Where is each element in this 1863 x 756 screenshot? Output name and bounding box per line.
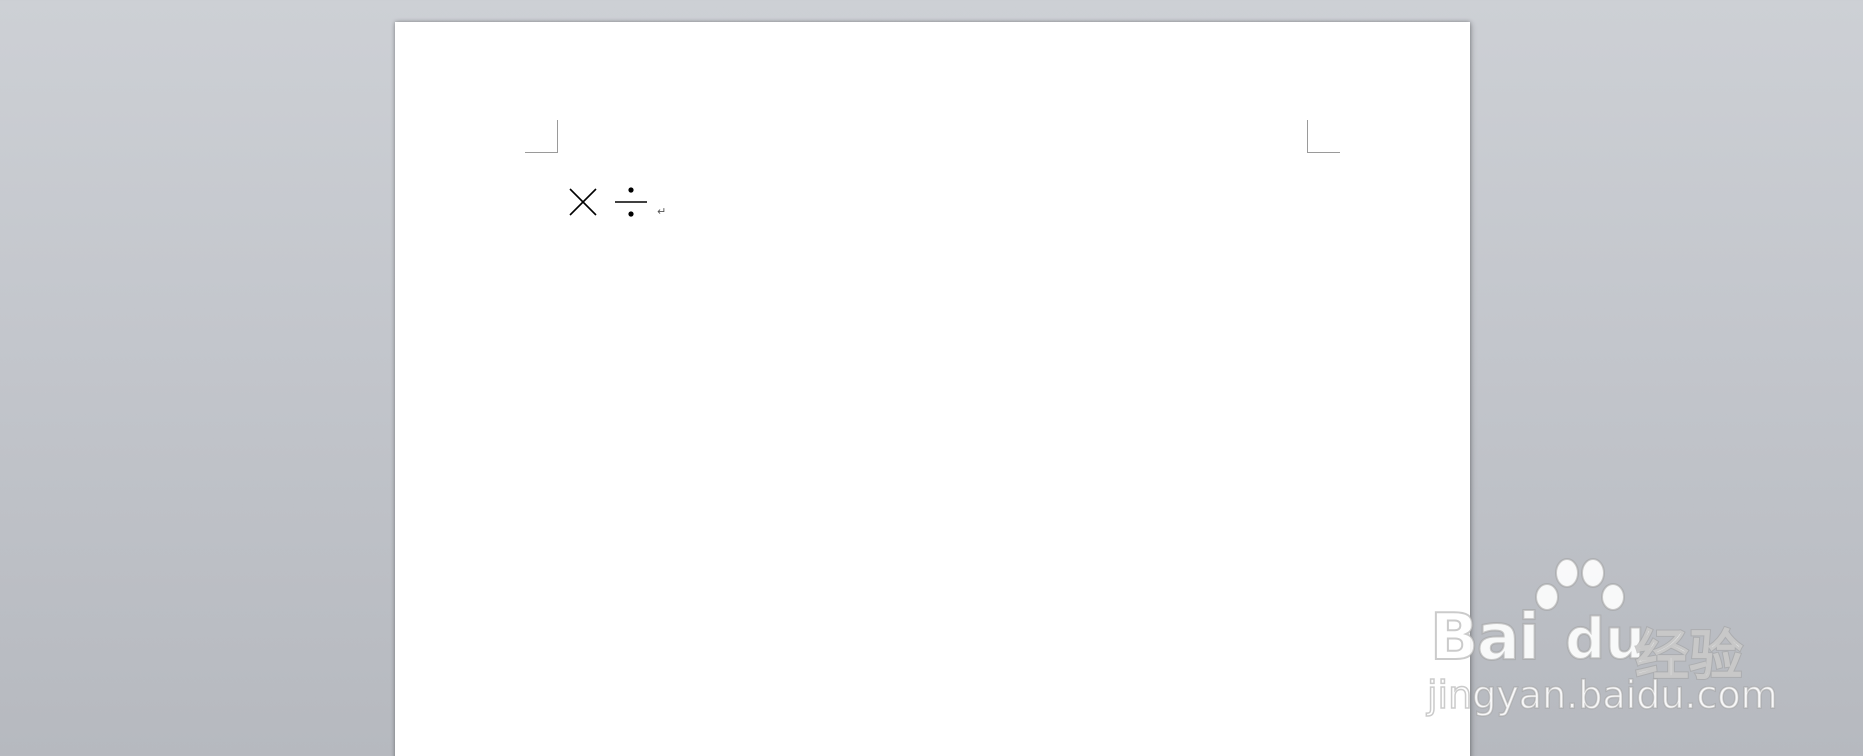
document-page[interactable]: × ÷ ↵ xyxy=(395,22,1470,756)
document-text-line[interactable]: × ÷ ↵ xyxy=(563,172,666,232)
baidu-jingyan-watermark: Bai du 经验 jingyan.baidu.com xyxy=(1425,555,1778,725)
margin-corner-top-left xyxy=(525,120,558,153)
watermark-brand-latin-tail: du xyxy=(1564,606,1646,673)
paw-logo-icon xyxy=(1535,558,1625,611)
division-sign xyxy=(615,187,647,217)
multiplication-sign xyxy=(569,188,597,216)
paragraph-mark: ↵ xyxy=(657,204,667,218)
watermark-url: jingyan.baidu.com xyxy=(1426,672,1778,718)
watermark-brand-cn: 经验 xyxy=(1634,623,1744,688)
margin-corner-top-right xyxy=(1307,120,1340,153)
